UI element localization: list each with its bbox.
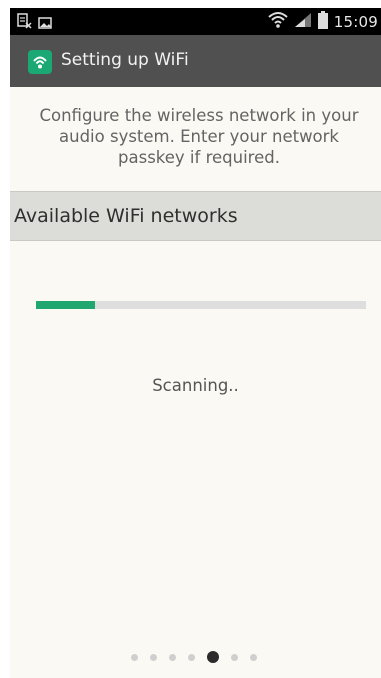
page-dot <box>131 653 138 661</box>
signal-icon <box>294 12 312 32</box>
scanning-status: Scanning.. <box>152 376 239 395</box>
wifi-icon <box>268 11 288 33</box>
page-dot <box>188 653 195 661</box>
scan-progress-bar <box>36 301 366 309</box>
no-sim-icon <box>16 13 32 33</box>
status-time: 15:09 <box>333 13 378 31</box>
image-icon <box>38 14 52 33</box>
page-indicator <box>131 651 257 663</box>
page-dot <box>169 653 176 661</box>
battery-icon <box>317 11 328 33</box>
wifi-app-icon[interactable] <box>28 50 52 74</box>
section-title: Available WiFi networks <box>14 205 238 227</box>
phone-screen: 15:09 Setting up WiFi Configure the wire… <box>10 8 381 678</box>
page-dot <box>250 653 257 661</box>
scan-progress-fill <box>36 301 96 309</box>
app-bar: Setting up WiFi <box>10 35 381 87</box>
page-dot-active <box>207 651 219 663</box>
page-dot <box>150 653 157 661</box>
instructions-text: Configure the wireless network in your a… <box>39 106 359 167</box>
page-title: Setting up WiFi <box>61 50 189 70</box>
status-bar: 15:09 <box>10 8 381 35</box>
section-header: Available WiFi networks <box>10 191 381 241</box>
page-dot <box>231 653 238 661</box>
